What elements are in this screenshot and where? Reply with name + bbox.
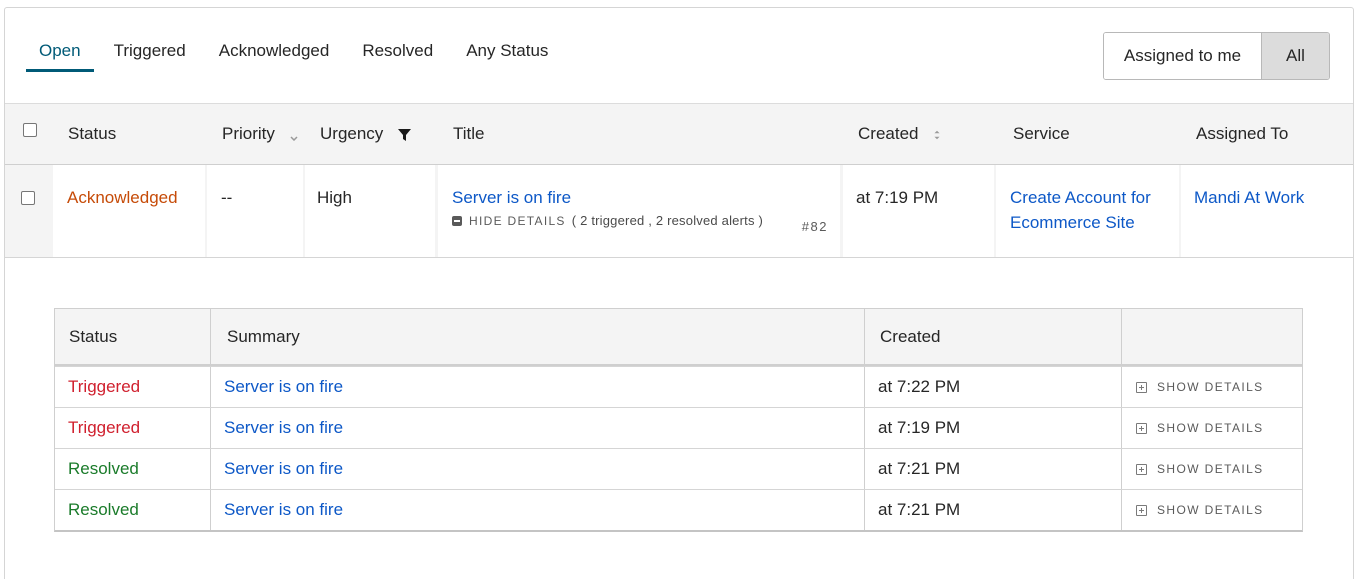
header-title: Title [453, 124, 485, 143]
show-details-button[interactable]: SHOW DETAILS [1136, 408, 1302, 448]
incident-urgency: High [317, 188, 352, 207]
table-row: Triggered Server is on fire at 7:22 PM S… [55, 366, 1302, 407]
alert-created: at 7:21 PM [865, 490, 1122, 530]
service-name-line2: Ecommerce Site [1010, 213, 1135, 232]
alerts-count-note: ( 2 triggered , 2 resolved alerts ) [571, 213, 763, 228]
alert-status: Resolved [55, 449, 211, 489]
hide-details-toggle[interactable]: HIDE DETAILS ( 2 triggered , 2 resolved … [452, 213, 763, 228]
alerts-table: Status Summary Created Triggered Server … [54, 308, 1303, 532]
plus-icon [1136, 422, 1147, 434]
assignee-link[interactable]: Mandi At Work [1194, 185, 1304, 210]
assigned-to-me-button[interactable]: Assigned to me [1104, 33, 1262, 79]
header-urgency[interactable]: Urgency [320, 104, 412, 164]
show-details-label: SHOW DETAILS [1157, 462, 1264, 476]
all-button[interactable]: All [1262, 33, 1329, 79]
service-name-line1: Create Account for [1010, 188, 1151, 207]
show-details-label: SHOW DETAILS [1157, 503, 1264, 517]
alert-summary-link[interactable]: Server is on fire [224, 459, 343, 478]
alert-summary-link[interactable]: Server is on fire [224, 418, 343, 437]
incident-status: Acknowledged [67, 188, 178, 207]
show-details-button[interactable]: SHOW DETAILS [1136, 490, 1302, 530]
tab-any-status[interactable]: Any Status [453, 40, 561, 72]
incident-priority-cell: -- [207, 165, 303, 257]
alerts-header-status: Status [55, 309, 211, 364]
alert-created: at 7:21 PM [865, 449, 1122, 489]
alert-status: Triggered [55, 367, 211, 407]
header-service: Service [1013, 124, 1070, 143]
sort-desc-icon [290, 135, 298, 141]
show-details-label: SHOW DETAILS [1157, 380, 1264, 394]
incident-created: at 7:19 PM [856, 188, 939, 207]
plus-icon [1136, 381, 1147, 393]
incident-service-cell: Create Account for Ecommerce Site [996, 165, 1179, 257]
alert-status: Triggered [55, 408, 211, 448]
header-priority-label: Priority [222, 124, 275, 143]
alert-summary-link[interactable]: Server is on fire [224, 500, 343, 519]
filter-icon[interactable] [398, 128, 412, 142]
alerts-header-actions [1122, 309, 1302, 364]
minus-icon [452, 215, 462, 226]
status-tabs: Open Triggered Acknowledged Resolved Any… [26, 40, 561, 74]
alert-created: at 7:19 PM [865, 408, 1122, 448]
select-all-checkbox[interactable] [23, 123, 37, 137]
table-row: Resolved Server is on fire at 7:21 PM SH… [55, 448, 1302, 489]
incident-table-header: Status Priority Urgency Title Created Se… [5, 103, 1353, 165]
incident-assignee-cell: Mandi At Work [1181, 165, 1353, 257]
alert-summary-link[interactable]: Server is on fire [224, 377, 343, 396]
header-created-label: Created [858, 124, 919, 143]
alert-created: at 7:22 PM [865, 367, 1122, 407]
incident-row: Acknowledged -- High Server is on fire H… [5, 165, 1353, 258]
incident-status-cell: Acknowledged [53, 165, 205, 257]
show-details-button[interactable]: SHOW DETAILS [1136, 449, 1302, 489]
plus-icon [1136, 463, 1147, 475]
tab-open[interactable]: Open [26, 40, 94, 72]
table-row: Resolved Server is on fire at 7:21 PM SH… [55, 489, 1302, 530]
hide-details-label: HIDE DETAILS [469, 213, 566, 228]
table-row: Triggered Server is on fire at 7:19 PM S… [55, 407, 1302, 448]
incident-number: #82 [801, 219, 828, 234]
alerts-header-created: Created [865, 309, 1122, 364]
alerts-table-header: Status Summary Created [55, 309, 1302, 366]
show-details-button[interactable]: SHOW DETAILS [1136, 367, 1302, 407]
incident-title-link[interactable]: Server is on fire [452, 185, 571, 210]
alerts-header-summary: Summary [211, 309, 865, 364]
header-assigned-to: Assigned To [1196, 124, 1289, 143]
tab-triggered[interactable]: Triggered [101, 40, 199, 72]
assignment-toggle: Assigned to me All [1103, 32, 1330, 80]
incident-urgency-cell: High [305, 165, 435, 257]
sort-icon [934, 130, 940, 139]
alert-status: Resolved [55, 490, 211, 530]
incident-title-cell: Server is on fire HIDE DETAILS ( 2 trigg… [438, 165, 840, 257]
incident-priority: -- [221, 188, 233, 207]
tab-acknowledged[interactable]: Acknowledged [206, 40, 343, 72]
header-created[interactable]: Created [858, 104, 942, 164]
header-urgency-label: Urgency [320, 124, 384, 143]
header-status: Status [68, 124, 117, 143]
tab-resolved[interactable]: Resolved [349, 40, 446, 72]
incident-created-cell: at 7:19 PM [843, 165, 994, 257]
incident-service-link[interactable]: Create Account for Ecommerce Site [1010, 185, 1151, 235]
incident-row-checkbox[interactable] [21, 191, 35, 205]
show-details-label: SHOW DETAILS [1157, 421, 1264, 435]
plus-icon [1136, 504, 1147, 516]
header-priority[interactable]: Priority [222, 104, 299, 164]
